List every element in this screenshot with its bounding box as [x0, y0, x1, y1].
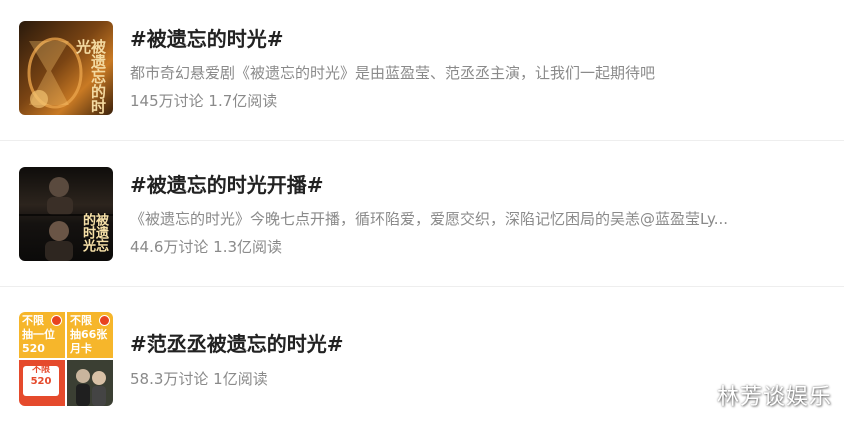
- promo-cell: 不限 抽66张 月卡: [67, 312, 113, 358]
- topic-thumbnail[interactable]: 不限 抽一位 520 不限 抽66张 月卡 不限 520: [19, 312, 113, 406]
- topic-title[interactable]: #被遗忘的时光#: [130, 23, 284, 52]
- promo-text: 抽一位: [22, 328, 55, 341]
- topic-thumbnail[interactable]: 被遗忘的时光: [19, 167, 113, 261]
- badge-icon: [99, 315, 110, 326]
- topic-item[interactable]: 被遗忘的时光 #被遗忘的时光# 都市奇幻悬爱剧《被遗忘的时光》是由蓝盈莹、范丞丞…: [0, 0, 844, 140]
- promo-text: 520: [30, 375, 52, 387]
- promo-collage: 不限 抽一位 520 不限 抽66张 月卡 不限 520: [19, 312, 113, 406]
- poster-title: 被遗忘的时光: [80, 213, 108, 252]
- topic-description: 都市奇幻悬爱剧《被遗忘的时光》是由蓝盈莹、范丞丞主演，让我们一起期待吧: [130, 64, 656, 82]
- poster-title: 被遗忘的时光: [74, 39, 107, 114]
- promo-cell: 不限 520: [19, 360, 65, 406]
- promo-text: 520: [22, 342, 45, 355]
- promo-text: 抽66张: [70, 328, 108, 341]
- topic-stats: 58.3万讨论 1亿阅读: [130, 370, 268, 388]
- promo-text: 月卡: [70, 342, 92, 355]
- topic-description: 《被遗忘的时光》今晚七点开播，循环陷爱，爱愿交织，深陷记忆困局的吴恙@蓝盈莹Ly…: [130, 210, 729, 228]
- watermark: 林芳谈娱乐: [716, 385, 832, 410]
- couple-photo: [76, 369, 106, 406]
- topic-title[interactable]: #范丞丞被遗忘的时光#: [130, 328, 344, 357]
- promo-card: 不限 520: [23, 365, 59, 396]
- promo-text: 不限: [31, 365, 50, 375]
- topic-stats: 44.6万讨论 1.3亿阅读: [130, 238, 283, 256]
- topic-title[interactable]: #被遗忘的时光开播#: [130, 169, 324, 198]
- promo-cell-photo: [67, 360, 113, 406]
- promo-text: 不限: [70, 314, 92, 327]
- topic-thumbnail[interactable]: 被遗忘的时光: [19, 21, 113, 115]
- promo-text: 不限: [22, 314, 44, 327]
- promo-cell: 不限 抽一位 520: [19, 312, 65, 358]
- topic-item[interactable]: 被遗忘的时光 #被遗忘的时光开播# 《被遗忘的时光》今晚七点开播，循环陷爱，爱愿…: [0, 141, 844, 281]
- badge-icon: [51, 315, 62, 326]
- topic-stats: 145万讨论 1.7亿阅读: [130, 92, 278, 110]
